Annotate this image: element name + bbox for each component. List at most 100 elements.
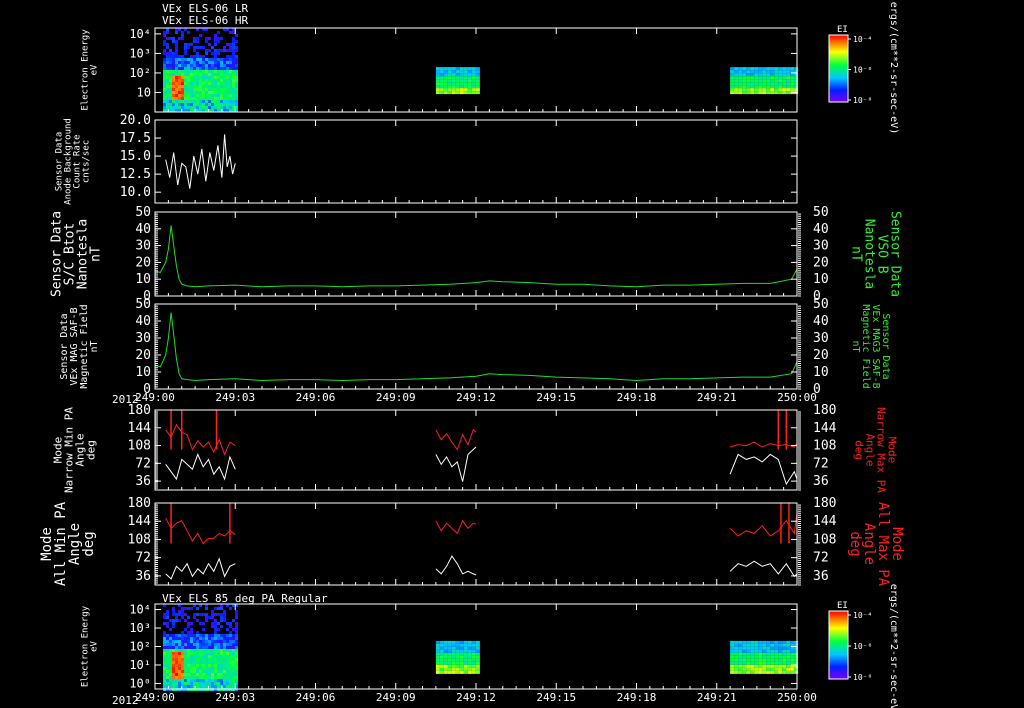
heatmap-cell <box>211 667 214 670</box>
heatmap-cell <box>235 79 238 82</box>
heatmap-cell <box>738 664 743 668</box>
heatmap-cell <box>439 640 444 644</box>
heatmap-cell <box>232 79 235 82</box>
heatmap-cell <box>193 658 196 661</box>
heatmap-cell <box>770 67 775 71</box>
x-tick-label: 249:15 <box>536 691 576 704</box>
heatmap-cell <box>782 79 787 83</box>
heatmap-cell <box>181 34 184 37</box>
heatmap-cell <box>190 646 193 649</box>
heatmap-cell <box>199 34 202 37</box>
heatmap-cell <box>770 70 775 74</box>
heatmap-cell <box>758 70 763 74</box>
heatmap-cell <box>774 658 779 662</box>
heatmap-cell <box>459 652 464 656</box>
heatmap-cell <box>232 658 235 661</box>
heatmap-cell <box>205 100 208 103</box>
heatmap-cell <box>211 61 214 64</box>
heatmap-cell <box>782 643 787 647</box>
heatmap-cell <box>184 685 187 688</box>
heatmap-cell <box>226 43 229 46</box>
series-line-red <box>165 517 236 545</box>
heatmap-cell <box>208 643 211 646</box>
heatmap-cell <box>208 97 211 100</box>
heatmap-cell <box>181 610 184 613</box>
heatmap-cell <box>190 631 193 634</box>
heatmap-cell <box>214 37 217 40</box>
heatmap-cell <box>199 67 202 70</box>
y-tick-label: 12.5 <box>120 167 151 182</box>
heatmap-cell <box>451 82 456 86</box>
heatmap-cell <box>439 82 444 86</box>
heatmap-cell <box>435 646 440 650</box>
heatmap-cell <box>451 652 456 656</box>
heatmap-cell <box>471 655 476 659</box>
heatmap-cell <box>163 91 166 94</box>
heatmap-cell <box>205 85 208 88</box>
heatmap-cell <box>232 679 235 682</box>
heatmap-cell <box>226 85 229 88</box>
heatmap-cell <box>459 79 464 83</box>
heatmap-cell <box>229 82 232 85</box>
heatmap-cell <box>229 67 232 70</box>
heatmap-cell <box>199 91 202 94</box>
heatmap-cell <box>778 91 783 95</box>
heatmap-cell <box>202 652 205 655</box>
heatmap-cell <box>172 664 175 667</box>
y-tick-label: 10 <box>135 272 151 287</box>
heatmap-cell <box>770 649 775 653</box>
y-tick-label: 180 <box>128 496 151 511</box>
heatmap-cell <box>229 46 232 49</box>
heatmap-cell <box>184 655 187 658</box>
heatmap-cell <box>226 106 229 109</box>
panel-panel5: 36 3672 72108 108144 144180 180ModeNarrow Min… <box>52 403 899 493</box>
heatmap-cell <box>190 67 193 70</box>
heatmap-cell <box>220 646 223 649</box>
heatmap-cell <box>193 55 196 58</box>
heatmap-cell <box>232 655 235 658</box>
heatmap-cell <box>738 667 743 671</box>
heatmap-cell <box>455 664 460 668</box>
heatmap-cell <box>187 100 190 103</box>
heatmap-cell <box>235 58 238 61</box>
heatmap-cell <box>463 652 468 656</box>
series-line-white <box>729 560 797 578</box>
heatmap-cell <box>208 682 211 685</box>
heatmap-cell <box>205 94 208 97</box>
heatmap-cell <box>184 70 187 73</box>
heatmap-cell <box>770 640 775 644</box>
heatmap-cell <box>202 667 205 670</box>
heatmap-cell <box>175 616 178 619</box>
heatmap-cell <box>754 661 759 665</box>
heatmap-cell <box>169 85 172 88</box>
heatmap-cell <box>187 64 190 67</box>
heatmap-cell <box>754 67 759 71</box>
heatmap-cell <box>166 88 169 91</box>
heatmap-cell <box>166 679 169 682</box>
y-axis-label: Electron EnergyeV <box>81 605 100 687</box>
heatmap-cell <box>217 643 220 646</box>
heatmap-cell <box>187 88 190 91</box>
heatmap-cell <box>196 655 199 658</box>
heatmap-cell <box>202 679 205 682</box>
heatmap-cell <box>730 70 735 74</box>
heatmap-cell <box>172 622 175 625</box>
heatmap-cell <box>226 67 229 70</box>
heatmap-cell <box>187 70 190 73</box>
heatmap-cell <box>439 88 444 92</box>
heatmap-cell <box>451 79 456 83</box>
heatmap-cell <box>774 73 779 77</box>
y-tick-label: 108 <box>128 439 151 454</box>
heatmap-cell <box>184 52 187 55</box>
heatmap-cell <box>235 658 238 661</box>
heatmap-cell <box>235 67 238 70</box>
colorbar: EI10⁻⁴10⁻⁶10⁻⁸ ergs/(cm**2-sr-sec-eV) <box>828 584 899 708</box>
heatmap-cell <box>447 88 452 92</box>
heatmap-cell <box>208 661 211 664</box>
heatmap-cell <box>229 97 232 100</box>
heatmap-cell <box>774 82 779 86</box>
heatmap-cell <box>235 73 238 76</box>
heatmap-cell <box>184 676 187 679</box>
heatmap-cell <box>782 640 787 644</box>
heatmap-cell <box>202 64 205 67</box>
